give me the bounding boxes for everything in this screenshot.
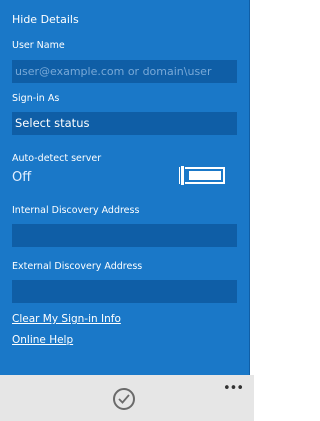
user-name-label: User Name [12,40,65,51]
online-help-link[interactable]: Online Help [12,334,73,346]
toggle-track [189,171,221,180]
internal-discovery-input[interactable] [12,224,237,247]
auto-detect-toggle[interactable] [179,165,225,186]
internal-discovery-label: Internal Discovery Address [12,205,140,216]
sign-in-status-picker[interactable]: Select status [12,112,237,135]
more-options-button[interactable]: ••• [223,381,244,396]
settings-panel: Hide Details User Name Sign-in As Select… [0,0,250,375]
sign-in-as-label: Sign-in As [12,93,60,104]
toggle-thumb[interactable] [180,165,185,186]
external-discovery-label: External Discovery Address [12,261,143,272]
user-name-input[interactable] [12,60,237,83]
app-bar: ••• [0,375,254,421]
external-discovery-input[interactable] [12,280,237,303]
auto-detect-state-text: Off [12,170,32,185]
internal-discovery-field-box [12,224,237,247]
auto-detect-server-label: Auto-detect server [12,153,102,164]
done-button[interactable] [113,388,135,410]
sign-in-status-value: Select status [15,116,90,130]
clear-sign-in-info-link[interactable]: Clear My Sign-in Info [12,313,121,325]
user-name-field-box [12,60,237,83]
checkmark-circle-icon [118,394,130,404]
external-discovery-field-box [12,280,237,303]
hide-details-link[interactable]: Hide Details [12,13,79,26]
